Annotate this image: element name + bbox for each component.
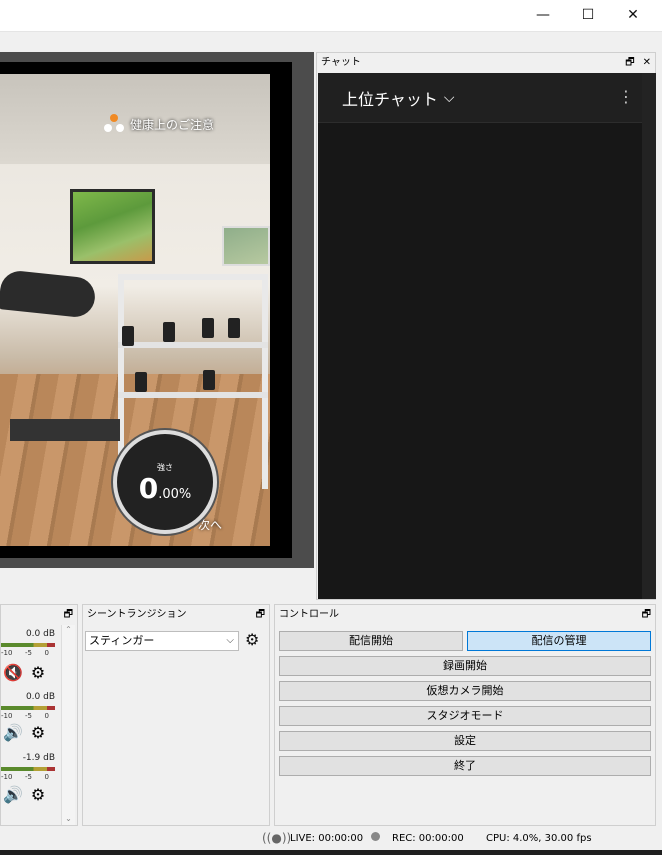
channel-2-controls: 🔊 ⚙	[3, 723, 45, 742]
channel-2-db: 0.0 dB	[25, 692, 55, 702]
undock-icon[interactable]: 🗗	[64, 605, 73, 625]
live-timer: LIVE: 00:00:00	[290, 832, 364, 844]
start-stream-button[interactable]: 配信開始	[279, 631, 463, 651]
notice-dots-icon	[104, 114, 124, 134]
muted-speaker-icon[interactable]: 🔇	[3, 663, 23, 682]
studio-mode-button[interactable]: スタジオモード	[279, 706, 651, 726]
weight-1	[122, 326, 134, 346]
channel-3-meter	[1, 767, 55, 771]
window-titlebar: — ☐ ✕	[0, 0, 662, 32]
preview-area[interactable]: 健康上のご注意 次へ 強さ 0.00%	[0, 52, 314, 568]
taskbar-edge	[0, 850, 662, 855]
undock-icon[interactable]: 🗗	[642, 605, 651, 625]
controls-title: コントロール	[279, 609, 339, 620]
channel-1-db: 0.0 dB	[25, 629, 55, 639]
audio-mixer-dock: 🗗 0.0 dB -10 -5 0 🔇 ⚙ 0.0 dB -10 -5 0 🔊 ⚙ -1…	[0, 604, 78, 826]
cpu-fps: CPU: 4.0%, 30.00 fps	[486, 832, 592, 844]
channel-1-meter	[1, 643, 55, 647]
weight-3	[202, 318, 214, 338]
scene-bench	[10, 419, 120, 441]
chat-dock: チャット 🗗 ✕ 上位チャット ⌵ ⋮	[316, 52, 656, 600]
start-recording-button[interactable]: 録画開始	[279, 656, 651, 676]
weight-4	[228, 318, 240, 338]
channel-2-meter	[1, 706, 55, 710]
chat-dock-title: チャット	[321, 57, 361, 68]
channel-3-db: -1.9 dB	[22, 753, 55, 763]
more-options-icon[interactable]: ⋮	[618, 87, 634, 106]
undock-icon[interactable]: 🗗	[625, 53, 634, 73]
controls-dock: コントロール 🗗 配信開始 配信の管理 録画開始 仮想カメラ開始 スタジオモード…	[274, 604, 656, 826]
weight-2	[163, 322, 175, 342]
chevron-down-icon[interactable]: ⌵	[444, 90, 455, 106]
transitions-title: シーントランジション	[87, 609, 187, 620]
weight-5	[135, 372, 147, 392]
chat-scrollbar[interactable]	[642, 73, 656, 599]
scroll-up-icon[interactable]: ⌃	[62, 625, 75, 634]
scene-transitions-dock: シーントランジション 🗗 スティンガー ⌵ ⚙	[82, 604, 270, 826]
scene-tv	[70, 189, 155, 264]
channel-1-controls: 🔇 ⚙	[3, 663, 45, 682]
scroll-down-icon[interactable]: ⌄	[62, 814, 75, 823]
gear-icon[interactable]: ⚙	[31, 663, 45, 682]
controls-titlebar: コントロール 🗗	[275, 605, 655, 625]
settings-button[interactable]: 設定	[279, 731, 651, 751]
close-button[interactable]: ✕	[610, 0, 656, 30]
preview-video: 健康上のご注意 次へ 強さ 0.00%	[0, 62, 292, 558]
gear-icon[interactable]: ⚙	[31, 785, 45, 804]
channel-3-scale: -10 -5 0	[1, 773, 49, 781]
gear-icon[interactable]: ⚙	[245, 630, 259, 649]
chat-dock-titlebar: チャット 🗗 ✕	[317, 53, 655, 73]
manage-stream-button[interactable]: 配信の管理	[467, 631, 651, 651]
channel-2-scale: -10 -5 0	[1, 712, 49, 720]
speaker-icon[interactable]: 🔊	[3, 723, 23, 742]
rack-bar-upper	[118, 342, 268, 348]
maximize-button[interactable]: ☐	[565, 0, 611, 30]
transition-selected: スティンガー	[89, 634, 155, 647]
health-notice[interactable]: 健康上のご注意	[104, 114, 214, 134]
status-bar: ((●)) LIVE: 00:00:00 REC: 00:00:00 CPU: …	[0, 826, 662, 850]
gauge-value-decimal: .00%	[158, 486, 192, 502]
scene-mat	[0, 269, 97, 319]
gauge-value-main: 0	[138, 471, 159, 505]
weight-6	[203, 370, 215, 390]
tv-screen	[73, 192, 152, 261]
mixer-titlebar: 🗗	[1, 605, 77, 625]
minimize-button[interactable]: —	[520, 0, 566, 30]
rec-timer: REC: 00:00:00	[392, 832, 464, 844]
speaker-icon[interactable]: 🔊	[3, 785, 23, 804]
chat-header[interactable]: 上位チャット ⌵ ⋮	[318, 73, 642, 123]
game-scene: 健康上のご注意 次へ 強さ 0.00%	[0, 74, 270, 546]
mixer-scrollbar[interactable]: ⌃ ⌄	[61, 625, 75, 825]
rack-bar-lower	[118, 392, 268, 398]
record-dot-icon	[371, 832, 380, 841]
chevron-down-icon: ⌵	[226, 635, 234, 646]
gauge-label: 強さ	[157, 462, 173, 472]
chat-panel[interactable]: 上位チャット ⌵ ⋮	[318, 73, 656, 599]
channel-3-controls: 🔊 ⚙	[3, 785, 45, 804]
exit-button[interactable]: 終了	[279, 756, 651, 776]
channel-1-scale: -10 -5 0	[1, 649, 49, 657]
close-icon[interactable]: ✕	[643, 53, 651, 73]
scene-picture	[222, 226, 270, 266]
strength-gauge: 強さ 0.00%	[113, 430, 217, 534]
transitions-titlebar: シーントランジション 🗗	[83, 605, 269, 625]
broadcast-icon: ((●))	[262, 831, 292, 845]
health-notice-label: 健康上のご注意	[130, 117, 215, 132]
undock-icon[interactable]: 🗗	[256, 605, 265, 625]
start-virtual-camera-button[interactable]: 仮想カメラ開始	[279, 681, 651, 701]
transition-select[interactable]: スティンガー ⌵	[85, 631, 239, 651]
chat-mode-label[interactable]: 上位チャット	[342, 86, 438, 110]
gauge-value: 0.00%	[138, 471, 192, 505]
gear-icon[interactable]: ⚙	[31, 723, 45, 742]
